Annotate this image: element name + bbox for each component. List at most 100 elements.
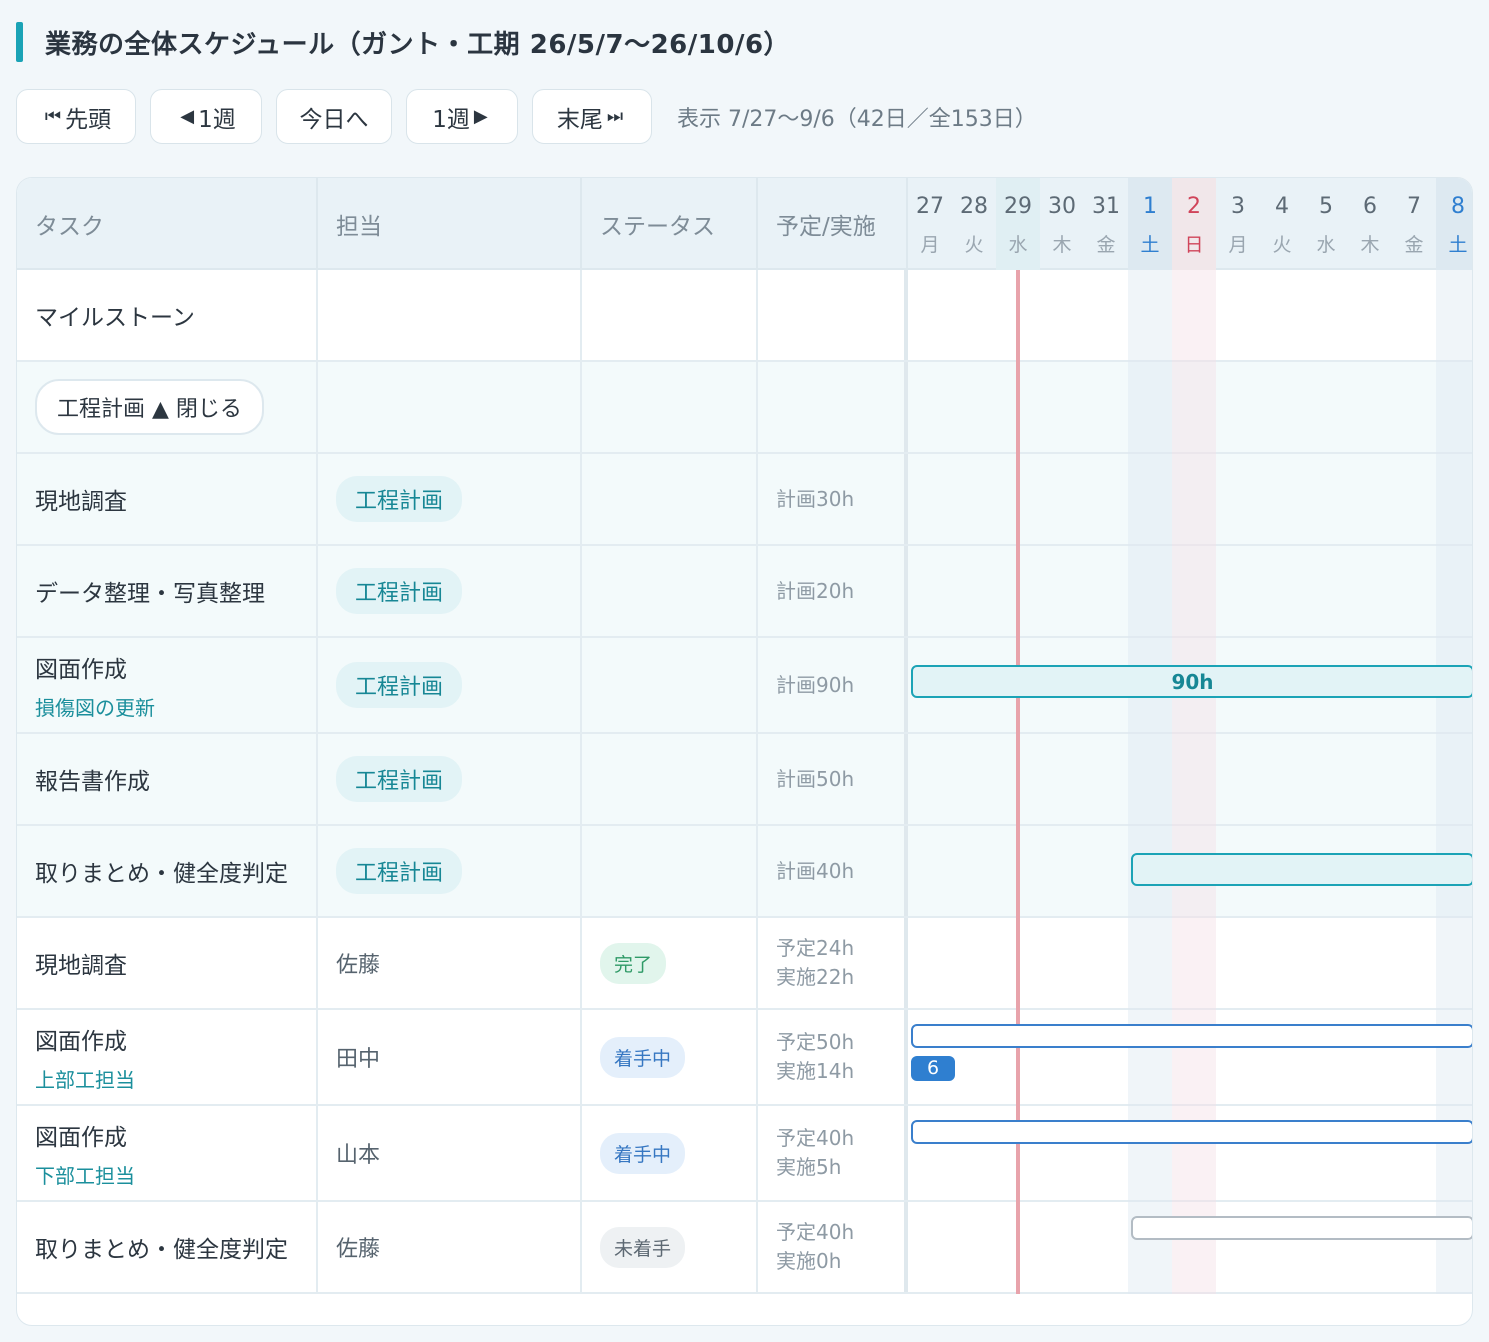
assignee-cell: 山本 (318, 1106, 582, 1200)
assignee-cell: 田中 (318, 1010, 582, 1104)
phase-tag: 工程計画 (336, 568, 463, 614)
display-range-text: 表示 7/27〜9/6（42日／全153日） (677, 106, 1037, 132)
actual-hours: 実施14h (776, 1059, 855, 1083)
date-column-5: 5水 (1304, 178, 1348, 270)
date-column-31: 31 金 (1084, 178, 1128, 270)
weekday-label: 火 (1272, 234, 1292, 256)
first-button[interactable]: ⏮ 先頭 (16, 89, 136, 144)
column-header-hours: 予定/実施 (758, 178, 908, 270)
first-button-label: 先頭 (65, 106, 112, 133)
skip-start-icon: ⏮ (44, 106, 62, 127)
next-week-button[interactable]: 1週 ▶ (406, 89, 518, 144)
hours-cell: 計画90h (758, 638, 908, 732)
phase-bar[interactable]: 90h (911, 665, 1472, 698)
last-button[interactable]: 末尾 ⏭ (532, 89, 652, 144)
task-cell: 報告書作成 (17, 734, 318, 824)
status-cell (582, 638, 758, 732)
planned-hours: 計画30h (776, 486, 855, 511)
navigation-toolbar: ⏮ 先頭 ◀ 1週 今日へ 1週 ▶ 末尾 ⏭ 表示 7/27〜9/6（42日／… (16, 89, 1037, 144)
assignee-cell: 工程計画 (318, 638, 582, 732)
weekday-label: 水 (1316, 234, 1336, 256)
date-column-6: 6木 (1348, 178, 1392, 270)
date-number: 29 (1004, 194, 1032, 219)
weekday-label: 木 (1052, 234, 1072, 256)
status-cell (582, 734, 758, 824)
phase-tag: 工程計画 (336, 476, 463, 522)
task-subtitle: 上部工担当 (35, 1067, 135, 1092)
date-column-8: 8土 (1436, 178, 1472, 270)
task-subtitle: 損傷図の更新 (35, 695, 155, 720)
date-number: 7 (1407, 194, 1421, 219)
hours-cell (758, 362, 908, 452)
task-bar[interactable] (1131, 1216, 1472, 1240)
status-badge: 完了 (600, 942, 667, 984)
column-header-status: ステータス (582, 178, 758, 270)
weekday-label: 月 (920, 234, 940, 256)
title-accent-bar (16, 22, 23, 62)
weekday-label: 土 (1448, 234, 1468, 256)
weekday-label: 金 (1096, 234, 1116, 256)
assignee-cell: 工程計画 (318, 454, 582, 544)
weekday-label: 日 (1184, 234, 1204, 256)
actual-hours: 実施22h (776, 965, 855, 989)
hours-cell: 計画30h (758, 454, 908, 544)
last-button-label: 末尾 (556, 106, 603, 133)
assignee-cell: 佐藤 (318, 1202, 582, 1292)
status-cell: 未着手 (582, 1202, 758, 1292)
hours-cell: 計画20h (758, 546, 908, 636)
assignee-name: 山本 (336, 1143, 381, 1168)
task-bar[interactable] (911, 1024, 1472, 1048)
milestone-label: マイルストーン (35, 305, 195, 331)
prev-week-label: 1週 (198, 106, 236, 133)
phase-tag: 工程計画 (336, 756, 463, 802)
group-collapse-button[interactable]: 工程計画 ▲ 閉じる (35, 379, 264, 435)
planned-hours: 計画50h (776, 766, 855, 791)
hours-cell (758, 270, 908, 360)
assignee-cell (318, 362, 582, 452)
column-header-assignee: 担当 (318, 178, 582, 270)
date-column-29: 29 水 (996, 178, 1040, 270)
weekday-label: 土 (1140, 234, 1160, 256)
task-name: 図面作成 (35, 1124, 127, 1151)
gantt-header: タスク 担当 ステータス 予定/実施 27 月 28 火 29 水 30 木 31 金 1 土 2 日 3 月… (17, 178, 1472, 270)
task-cell: 現地調査 (17, 454, 318, 544)
today-button[interactable]: 今日へ (276, 89, 392, 144)
task-name: 報告書作成 (35, 769, 150, 795)
status-badge: 着手中 (600, 1036, 686, 1078)
assignee-name: 佐藤 (336, 953, 381, 978)
date-header: 27 月 28 火 29 水 30 木 31 金 1 土 2 日 3 月 4 火 5 水 6 木 7 金 8 土 (908, 178, 1472, 270)
task-bar[interactable] (911, 1120, 1472, 1144)
task-cell: 図面作成 下部工担当 (17, 1106, 318, 1200)
date-number: 4 (1275, 194, 1289, 219)
date-number: 5 (1319, 194, 1333, 219)
task-cell: マイルストーン (17, 270, 318, 360)
task-cell: データ整理・写真整理 (17, 546, 318, 636)
page-title-block: 業務の全体スケジュール（ガント・工期 26/5/7〜26/10/6） (16, 22, 790, 62)
hours-cell: 予定50h 実施14h (758, 1010, 908, 1104)
task-cell: 工程計画 ▲ 閉じる (17, 362, 318, 452)
task-cell: 図面作成 損傷図の更新 (17, 638, 318, 732)
task-name: 取りまとめ・健全度判定 (35, 861, 288, 887)
status-cell (582, 826, 758, 916)
task-name: 図面作成 (35, 1028, 127, 1055)
actual-hours-chip: 6 (911, 1056, 955, 1081)
assignee-name: 田中 (336, 1047, 381, 1072)
assignee-cell: 佐藤 (318, 918, 582, 1008)
assignee-cell: 工程計画 (318, 734, 582, 824)
task-cell: 取りまとめ・健全度判定 (17, 1202, 318, 1292)
status-badge: 着手中 (600, 1132, 686, 1174)
hours-cell: 計画40h (758, 826, 908, 916)
prev-week-button[interactable]: ◀ 1週 (150, 89, 262, 144)
planned-hours: 計画20h (776, 578, 855, 603)
actual-hours: 実施5h (776, 1155, 842, 1179)
phase-bar[interactable] (1131, 853, 1472, 886)
hours-cell: 予定40h 実施5h (758, 1106, 908, 1200)
date-number: 31 (1092, 194, 1120, 219)
status-cell: 着手中 (582, 1010, 758, 1104)
date-column-3: 3月 (1216, 178, 1260, 270)
task-cell: 取りまとめ・健全度判定 (17, 826, 318, 916)
planned-hours: 予定50h (776, 1030, 855, 1054)
weekday-label: 水 (1008, 234, 1028, 256)
weekday-label: 月 (1228, 234, 1248, 256)
task-name: データ整理・写真整理 (35, 581, 265, 607)
